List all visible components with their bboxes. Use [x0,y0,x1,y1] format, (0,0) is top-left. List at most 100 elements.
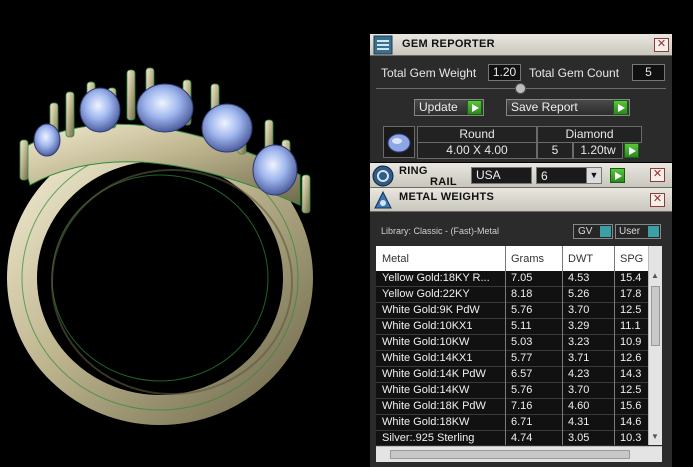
grams-cell: 5.76 [511,384,533,396]
metal-weights-title: METAL WEIGHTS [399,191,495,203]
total-gem-weight-label: Total Gem Weight [381,66,477,80]
total-gem-count-value: 5 [632,64,665,81]
grams-cell: 7.16 [511,400,533,412]
total-gem-weight-value: 1.20 [488,64,521,81]
table-row[interactable]: White Gold:18K PdW 7.16 4.60 15.6 [376,399,662,415]
splitter-handle-icon[interactable] [515,83,526,94]
ring-rail-country[interactable]: USA [471,167,532,184]
round-gem-icon [383,126,415,158]
grams-cell: 6.57 [511,368,533,380]
scroll-thumb[interactable] [651,286,660,346]
metal-name-cell: White Gold:14KW [382,384,470,396]
metal-weights-titlebar[interactable]: METAL WEIGHTS [370,188,672,212]
metal-name-cell: White Gold:14K PdW [382,368,486,380]
metal-weights-table[interactable]: Metal Grams DWT SPG Yellow Gold:18KY R..… [376,246,662,445]
metal-weights-icon [374,190,392,209]
metal-library-label: Library: Classic - (Fast)-Metal [381,226,500,236]
metal-name-cell: White Gold:18KW [382,416,470,428]
column-divider [505,246,506,445]
gem-count: 5 [537,142,573,159]
col-grams[interactable]: Grams [511,253,544,265]
col-metal[interactable]: Metal [382,253,409,265]
table-row[interactable]: Silver:.925 Sterling 4.74 3.05 10.3 [376,431,662,445]
col-spg[interactable]: SPG [620,253,643,265]
table-row[interactable]: White Gold:14K PdW 6.57 4.23 14.3 [376,367,662,383]
dwt-cell: 3.29 [568,320,590,332]
update-label: Update [419,100,458,114]
update-go-icon[interactable] [467,100,482,115]
gv-toggle[interactable]: GV [573,224,613,239]
gv-label: GV [578,226,593,237]
chevron-down-icon[interactable]: ▼ [586,168,601,183]
column-divider [614,246,615,445]
ring-3d-viewport[interactable] [0,0,370,467]
metal-name-cell: Yellow Gold:18KY R... [382,272,490,284]
table-row[interactable]: White Gold:14KW 5.76 3.70 12.5 [376,383,662,399]
gem-type: Diamond [537,126,642,143]
ring-rail-bar: RING RAIL USA 6 ▼ [370,163,672,188]
ring-rail-title-line1: RING [399,165,428,177]
metal-name-cell: White Gold:14KX1 [382,352,473,364]
ring-rail-icon [372,165,394,187]
ring-rail-go-icon[interactable] [610,168,625,183]
save-report-go-icon[interactable] [613,100,628,115]
ring-render [7,67,313,425]
grams-cell: 5.77 [511,352,533,364]
metal-name-cell: Silver:.925 Sterling [382,432,475,444]
scroll-up-icon[interactable]: ▲ [651,271,659,280]
ring-rail-title-line2: RAIL [430,176,457,188]
dwt-cell: 4.53 [568,272,590,284]
table-header: Metal Grams DWT SPG [376,246,662,271]
table-row[interactable]: White Gold:10KX1 5.11 3.29 11.1 [376,319,662,335]
metal-name-cell: White Gold:10KW [382,336,470,348]
table-row[interactable]: White Gold:14KX1 5.77 3.71 12.6 [376,351,662,367]
user-toggle[interactable]: User [615,224,661,239]
save-report-button[interactable]: Save Report [506,99,630,116]
save-report-label: Save Report [511,100,578,114]
column-divider [562,246,563,445]
gem-reporter-title: GEM REPORTER [402,38,495,50]
table-row[interactable]: White Gold:18KW 6.71 4.31 14.6 [376,415,662,431]
grams-cell: 5.11 [511,320,532,332]
horizontal-scroll-thumb[interactable] [390,450,630,459]
gem-row[interactable]: Round 4.00 X 4.00 Diamond 5 1.20tw [381,124,666,160]
dwt-cell: 3.71 [568,352,590,364]
gem-reporter-titlebar[interactable]: GEM REPORTER [370,34,672,56]
dwt-cell: 3.23 [568,336,590,348]
horizontal-scrollbar[interactable] [376,446,662,462]
grams-cell: 7.05 [511,272,533,284]
dwt-cell: 4.31 [568,416,590,428]
ring-rail-close-icon[interactable] [650,168,665,182]
ring-size-value: 6 [541,169,548,183]
table-row[interactable]: White Gold:10KW 5.03 3.23 10.9 [376,335,662,351]
table-row[interactable]: Yellow Gold:18KY R... 7.05 4.53 15.4 [376,271,662,287]
gem-reporter-close-icon[interactable] [654,38,669,52]
metal-name-cell: Yellow Gold:22KY [382,288,470,300]
dwt-cell: 4.23 [568,368,590,380]
dwt-cell: 3.05 [568,432,590,444]
grams-cell: 6.71 [511,416,533,428]
metal-name-cell: White Gold:9K PdW [382,304,480,316]
grams-cell: 8.18 [511,288,533,300]
user-switch-icon [648,226,659,237]
gem-size: 4.00 X 4.00 [417,142,537,159]
metal-name-cell: White Gold:10KX1 [382,320,473,332]
vertical-scrollbar[interactable]: ▲ ▼ [648,246,662,445]
grams-cell: 5.03 [511,336,533,348]
user-label: User [619,226,641,237]
table-row[interactable]: Yellow Gold:22KY 8.18 5.26 17.8 [376,287,662,303]
ring-size-select[interactable]: 6 ▼ [536,167,602,184]
metal-name-cell: White Gold:18K PdW [382,400,486,412]
dwt-cell: 5.26 [568,288,590,300]
metal-weights-close-icon[interactable] [650,193,665,207]
total-gem-count-label: Total Gem Count [529,66,620,80]
dwt-cell: 3.70 [568,304,590,316]
gem-weight: 1.20tw [573,142,623,159]
grams-cell: 4.74 [511,432,533,444]
gem-go-icon[interactable] [624,143,639,158]
grams-cell: 5.76 [511,304,533,316]
scroll-down-icon[interactable]: ▼ [651,432,659,441]
dwt-cell: 3.70 [568,384,590,396]
col-dwt[interactable]: DWT [568,253,593,265]
table-row[interactable]: White Gold:9K PdW 5.76 3.70 12.5 [376,303,662,319]
